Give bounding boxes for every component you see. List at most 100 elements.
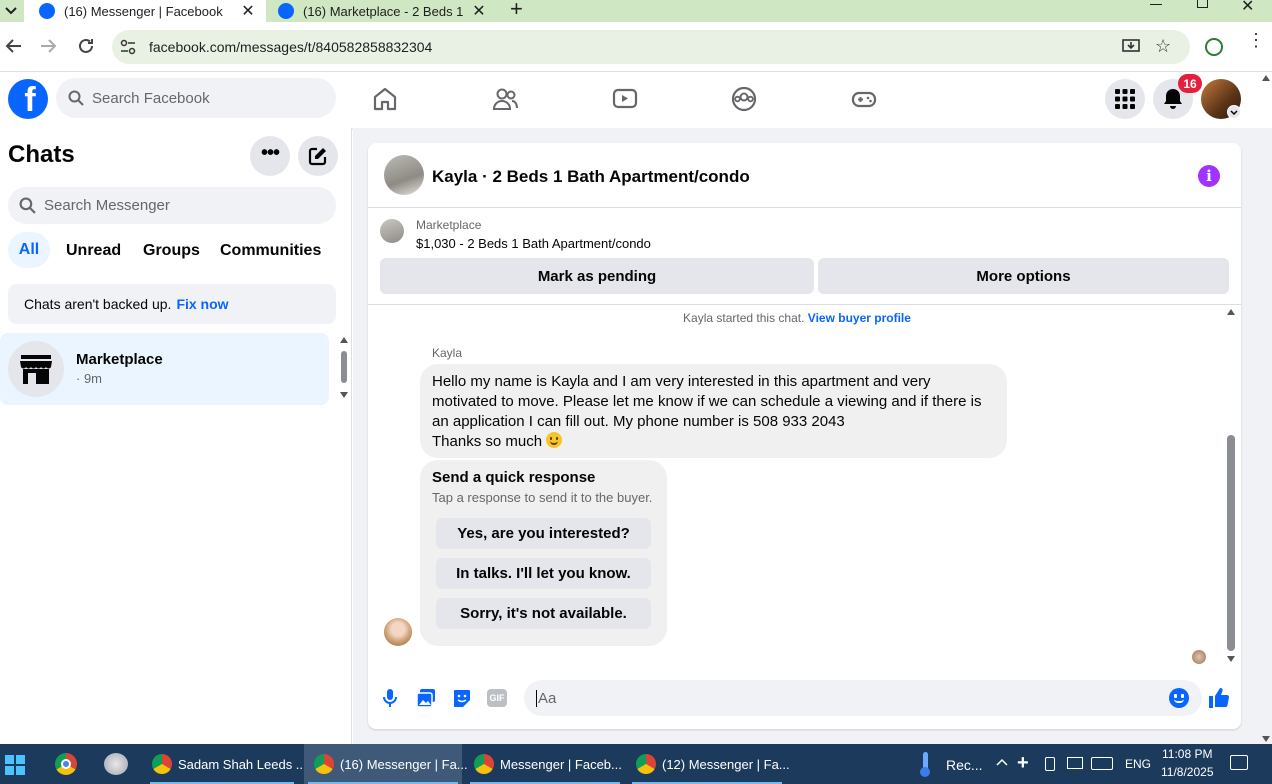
scroll-thumb[interactable] [1227, 435, 1235, 651]
new-tab-plus-icon[interactable]: + [510, 0, 523, 22]
quick-response-yes[interactable]: Yes, are you interested? [436, 518, 651, 549]
message-line: motivated to move. Please let me know if… [432, 393, 982, 410]
scroll-up-arrow-icon[interactable] [340, 337, 348, 343]
menu-grid-button[interactable] [1105, 79, 1145, 119]
account-chevron-icon[interactable] [1227, 105, 1241, 119]
message-line: an application I can fill out. My phone … [432, 413, 845, 430]
tray-chevron-icon[interactable] [996, 758, 1008, 766]
reload-icon[interactable] [77, 37, 95, 55]
tab-marketplace[interactable]: (16) Marketplace - 2 Beds 1 Bat ✕ [270, 0, 502, 22]
info-button[interactable]: i [1198, 165, 1220, 187]
quick-response-not-available[interactable]: Sorry, it's not available. [436, 598, 651, 629]
language-indicator[interactable]: ENG [1125, 757, 1151, 771]
taskbar-item-label: (16) Messenger | Fa... [340, 756, 468, 772]
quick-response-in-talks[interactable]: In talks. I'll let you know. [436, 558, 651, 589]
chrome-icon [314, 754, 334, 774]
scroll-thumb[interactable] [341, 351, 347, 383]
photo-attach-icon[interactable] [416, 688, 436, 708]
minimize-icon[interactable] [1150, 4, 1162, 5]
scroll-up-arrow-icon[interactable] [1227, 309, 1235, 315]
conversation-scrollbar[interactable] [1225, 309, 1237, 664]
taskbar-item-messenger-2[interactable]: Messenger | Faceb... [466, 744, 624, 784]
scroll-up-arrow-icon[interactable] [1262, 75, 1270, 81]
sticker-icon[interactable] [452, 688, 472, 708]
filter-communities[interactable]: Communities [220, 242, 321, 260]
filter-groups[interactable]: Groups [143, 242, 200, 260]
conversation-title[interactable]: Kayla · 2 Beds 1 Bath Apartment/condo [432, 167, 750, 187]
filter-all[interactable]: All [8, 232, 50, 268]
messenger-search-box[interactable]: Search Messenger [8, 187, 336, 224]
bookmark-star-icon[interactable]: ☆ [1155, 36, 1171, 57]
chrome-icon [152, 754, 172, 774]
voice-clip-icon[interactable] [381, 688, 399, 708]
listing-title[interactable]: $1,030 - 2 Beds 1 Bath Apartment/condo [416, 236, 651, 251]
chat-list-scrollbar[interactable] [339, 337, 349, 399]
tab-messenger[interactable]: (16) Messenger | Facebook ✕ [24, 0, 266, 22]
scroll-down-arrow-icon[interactable] [340, 392, 348, 398]
home-nav-icon[interactable] [372, 86, 398, 112]
message-bubble[interactable]: Hello my name is Kayla and I am very int… [420, 364, 1007, 458]
friends-nav-icon[interactable] [492, 86, 518, 112]
facebook-favicon-icon [278, 3, 294, 19]
forward-arrow-icon[interactable] [39, 37, 57, 55]
clock-time[interactable]: 11:08 PM [1162, 747, 1212, 761]
scroll-down-arrow-icon[interactable] [1262, 736, 1270, 742]
filter-unread[interactable]: Unread [66, 242, 121, 260]
taskbar-item-label: Sadam Shah Leeds ... [178, 756, 307, 772]
windows-start-icon[interactable] [5, 755, 25, 775]
taskbar-item-sadam[interactable]: Sadam Shah Leeds ... [146, 744, 307, 784]
taskbar-item-label: (12) Messenger | Fa... [662, 756, 790, 772]
listing-thumbnail[interactable] [384, 155, 424, 195]
taskbar-item-label: Messenger | Faceb... [500, 756, 622, 772]
tab-search-chevron-icon[interactable] [0, 0, 22, 22]
profile-icon[interactable] [1205, 38, 1223, 56]
thermometer-icon[interactable] [920, 752, 930, 777]
clock-date[interactable]: 11/8/2025 [1161, 765, 1214, 779]
backup-notice: Chats aren't backed up. Fix now [8, 284, 336, 324]
tray-network-icon[interactable] [1067, 757, 1083, 769]
sender-avatar[interactable] [384, 618, 412, 646]
view-buyer-profile-link[interactable]: View buyer profile [808, 311, 911, 325]
close-tab-icon[interactable]: ✕ [471, 1, 487, 21]
facebook-search-box[interactable]: Search Facebook [56, 78, 336, 118]
message-composer[interactable]: Aa [524, 680, 1202, 716]
tray-usb-icon[interactable] [1045, 757, 1055, 771]
browser-menu-icon[interactable]: ⋮ [1247, 31, 1265, 49]
restore-icon[interactable] [1197, 0, 1208, 8]
chat-name: Marketplace [76, 351, 163, 368]
install-app-icon[interactable] [1122, 37, 1140, 55]
site-info-icon[interactable] [120, 39, 136, 55]
taskbar-item-messenger-3[interactable]: (12) Messenger | Fa... [628, 744, 790, 784]
facebook-logo-icon[interactable]: f [8, 79, 48, 119]
more-options-button[interactable]: More options [818, 258, 1229, 294]
gaming-nav-icon[interactable] [851, 86, 877, 112]
chrome-taskbar-icon[interactable] [55, 753, 77, 775]
groups-nav-icon[interactable] [731, 86, 757, 112]
fix-now-link[interactable]: Fix now [176, 296, 228, 312]
gif-icon[interactable]: GIF [487, 689, 507, 707]
weather-label[interactable]: Rec... [946, 757, 983, 773]
close-window-icon[interactable]: ✕ [1241, 0, 1254, 16]
video-nav-icon[interactable] [612, 86, 638, 112]
listing-image[interactable] [380, 219, 404, 243]
notification-badge: 16 [1178, 74, 1202, 93]
mark-as-pending-button[interactable]: Mark as pending [380, 258, 814, 294]
back-arrow-icon[interactable] [5, 37, 23, 55]
facebook-favicon-icon [39, 3, 55, 19]
tray-plus-icon[interactable]: + [1017, 752, 1029, 775]
smile-emoji-icon [546, 432, 563, 448]
notification-center-icon[interactable] [1230, 755, 1248, 770]
like-thumb-icon[interactable] [1207, 686, 1231, 710]
close-tab-icon[interactable]: ✕ [240, 1, 256, 21]
new-message-button[interactable] [298, 136, 338, 176]
messenger-search-placeholder: Search Messenger [44, 197, 170, 214]
scroll-down-arrow-icon[interactable] [1227, 656, 1235, 662]
chats-options-button[interactable]: ••• [250, 136, 290, 176]
search-icon [19, 197, 36, 214]
storefront-icon [19, 353, 53, 385]
tray-keyboard-icon[interactable] [1091, 757, 1113, 770]
page-scrollbar[interactable] [1260, 73, 1272, 744]
app-taskbar-icon[interactable] [104, 753, 128, 775]
taskbar-item-messenger-active[interactable]: (16) Messenger | Fa... [304, 744, 468, 784]
emoji-picker-icon[interactable] [1169, 688, 1189, 708]
